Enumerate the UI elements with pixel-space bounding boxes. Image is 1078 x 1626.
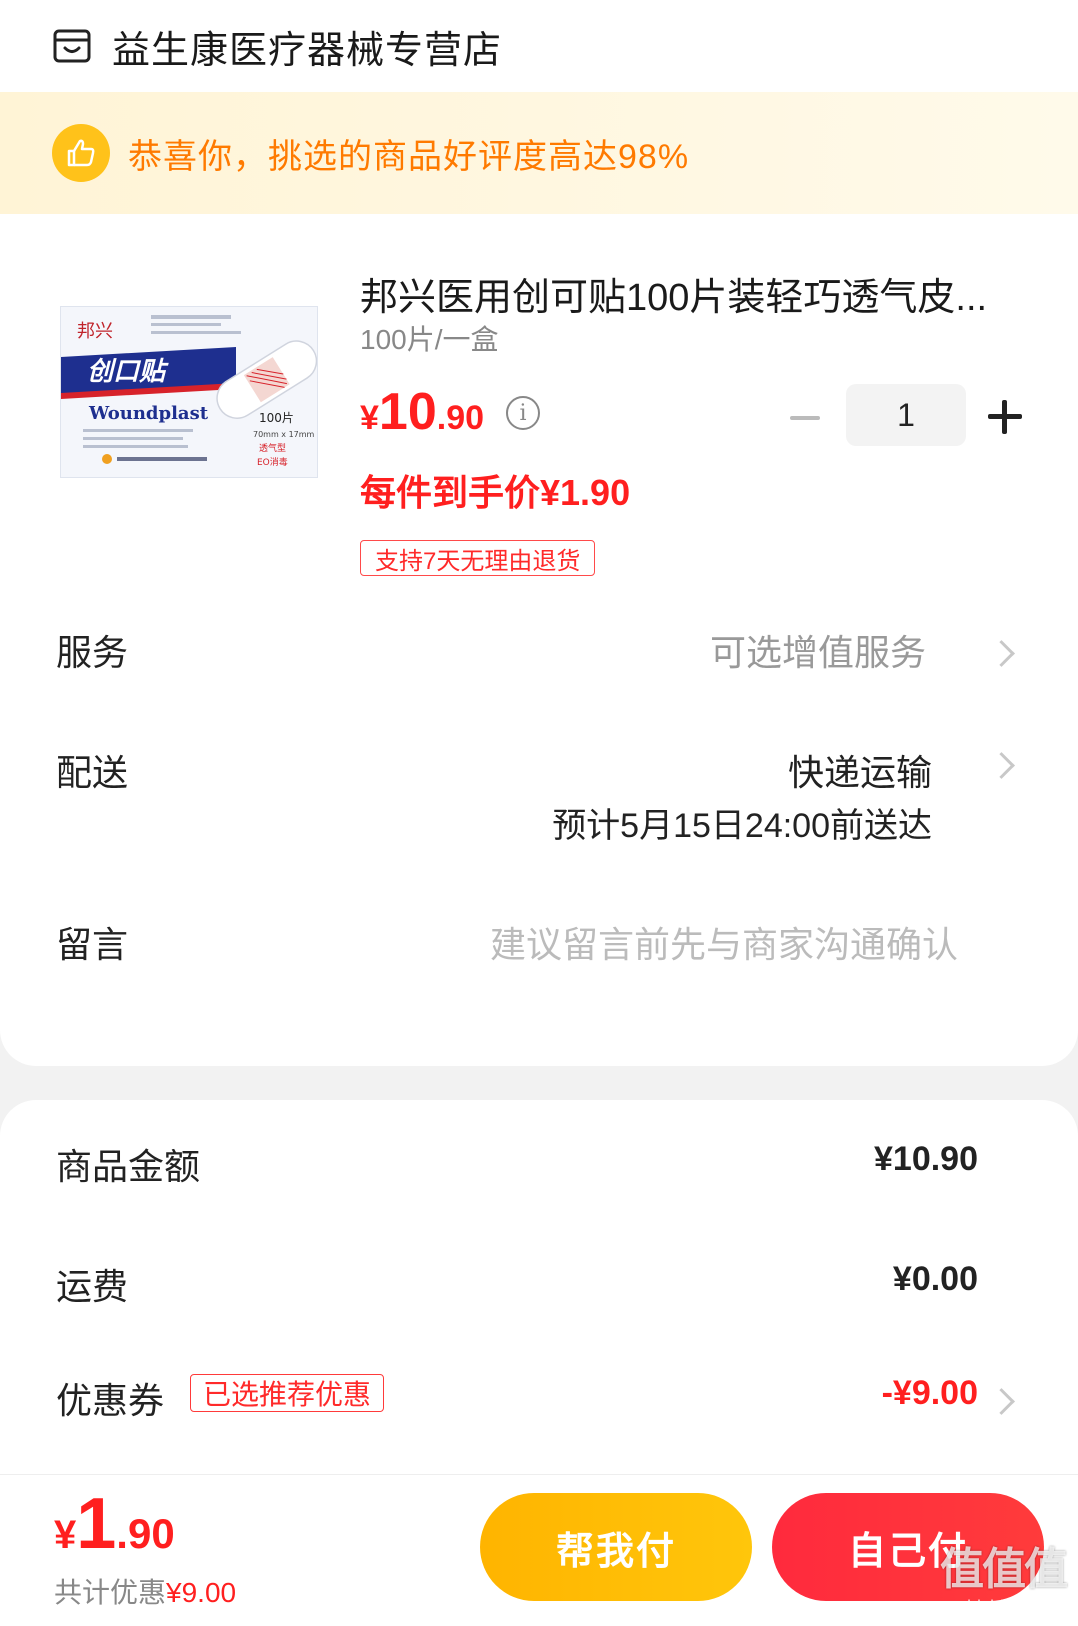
watermark: 值值值 zhizhizhi.com xyxy=(940,1533,1068,1618)
total-symbol: ¥ xyxy=(54,1513,77,1557)
watermark-logo: 值值值 xyxy=(940,1545,1068,1594)
coupon-label: 优惠券 xyxy=(56,1380,165,1421)
return-policy-badge: 支持7天无理由退货 xyxy=(360,540,596,576)
service-value: 可选增值服务 xyxy=(709,632,926,673)
price-symbol: ¥ xyxy=(360,399,379,437)
message-label: 留言 xyxy=(56,924,129,965)
unit-final-price: 每件到手价¥1.90 xyxy=(360,472,631,513)
delivery-method: 快递运输 xyxy=(787,752,932,793)
total-discount: 共计优惠¥9.00 xyxy=(54,1571,236,1611)
coupon-selected-badge: 已选推荐优惠 xyxy=(190,1374,385,1412)
banner-text: 恭喜你，挑选的商品好评度高达98% xyxy=(128,137,690,176)
product-image-brand: 邦兴 xyxy=(77,321,113,342)
shipping-label: 运费 xyxy=(56,1266,129,1307)
product-image-count: 100片 xyxy=(259,411,294,425)
store-icon xyxy=(53,29,91,63)
checkout-page: 益生康医疗器械专营店 恭喜你，挑选的商品好评度高达98% 邦兴 创口贴 Woun… xyxy=(0,0,1078,1626)
product-image-size: 70mm x 17mm xyxy=(253,430,315,439)
goods-amount-label: 商品金额 xyxy=(56,1146,201,1187)
price-summary-card: 商品金额 ¥10.90 运费 ¥0.00 优惠券 已选推荐优惠 -¥9.00 xyxy=(0,1100,1078,1480)
shipping-value: ¥0.00 xyxy=(892,1260,978,1298)
chevron-right-icon xyxy=(992,1390,1014,1412)
checkout-bar: ¥ 1 .90 共计优惠¥9.00 帮我付 自己付 值值值 zhizhizhi.… xyxy=(0,1474,1078,1626)
store-header[interactable]: 益生康医疗器械专营店 xyxy=(0,0,1078,92)
price-integer: 10 xyxy=(378,383,437,441)
delivery-eta: 预计5月15日24:00前送达 xyxy=(552,807,932,845)
product-title[interactable]: 邦兴医用创可贴100片装轻巧透气皮... xyxy=(360,266,1020,321)
quantity-decrease-button[interactable] xyxy=(786,400,822,436)
total-price: ¥ 1 .90 xyxy=(54,1483,175,1565)
total-discount-label: 共计优惠 xyxy=(54,1577,167,1608)
product-image[interactable]: 邦兴 创口贴 Woundplast 100片 70mm x 17mm 透气型 E… xyxy=(60,306,318,478)
total-integer: 1 xyxy=(76,1484,117,1564)
goods-amount-value: ¥10.90 xyxy=(874,1140,978,1178)
quantity-input[interactable]: 1 xyxy=(846,384,966,446)
price-decimal: .90 xyxy=(436,399,485,437)
store-name: 益生康医疗器械专营店 xyxy=(112,29,503,72)
product-spec: 100片/一盒 xyxy=(360,324,499,355)
product-image-type: 透气型 xyxy=(259,442,286,454)
quantity-increase-button[interactable] xyxy=(988,400,1022,434)
coupon-value: -¥9.00 xyxy=(881,1374,978,1412)
watermark-url: zhizhizhi.com xyxy=(957,1597,1066,1617)
chevron-right-icon xyxy=(992,754,1014,776)
product-image-name-en: Woundplast xyxy=(88,403,209,424)
order-card: 邦兴 创口贴 Woundplast 100片 70mm x 17mm 透气型 E… xyxy=(0,214,1078,1066)
rating-banner: 恭喜你，挑选的商品好评度高达98% xyxy=(0,92,1078,214)
chevron-right-icon xyxy=(992,642,1014,664)
thumbs-up-icon xyxy=(52,124,110,182)
total-decimal: .90 xyxy=(116,1510,175,1557)
total-discount-value: ¥9.00 xyxy=(166,1577,237,1608)
product-price: ¥ 10 .90 xyxy=(360,382,484,442)
help-me-pay-button[interactable]: 帮我付 xyxy=(480,1493,752,1601)
message-input[interactable]: 建议留言前先与商家沟通确认 xyxy=(490,916,958,968)
price-info-icon[interactable]: i xyxy=(506,396,540,430)
delivery-label: 配送 xyxy=(56,752,129,793)
product-image-sterile: EO消毒 xyxy=(257,456,288,468)
product-image-name: 创口贴 xyxy=(87,357,169,387)
service-label: 服务 xyxy=(56,632,129,673)
